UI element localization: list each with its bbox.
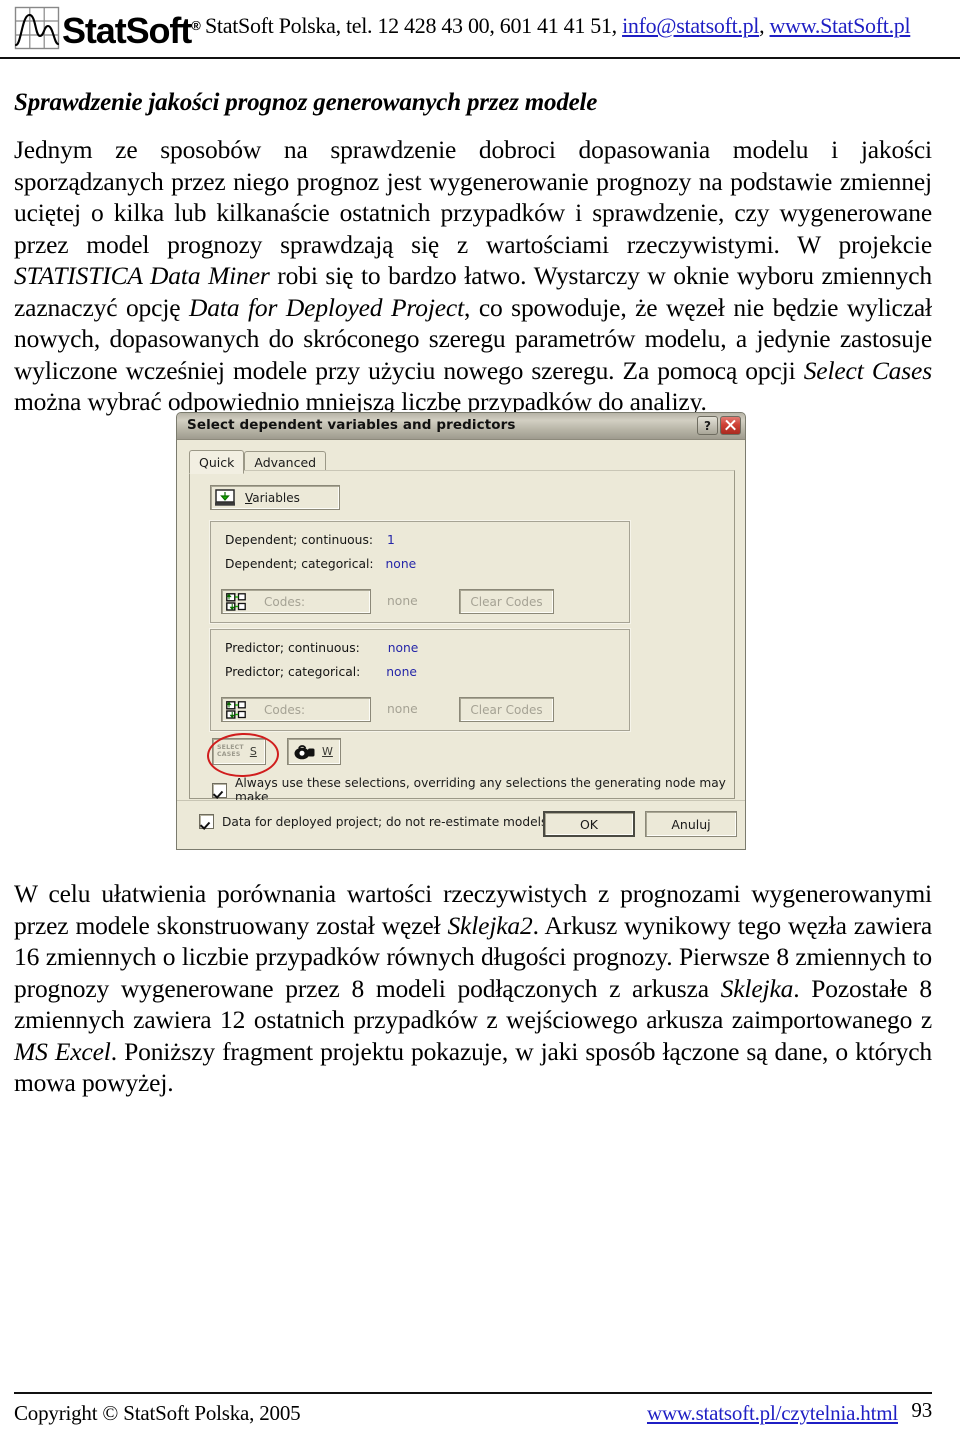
deployed-project-label: Data for deployed project; do not re-est… [222,814,548,829]
statsoft-chart-logo-icon [14,6,60,50]
select-cases-accel: S [249,745,257,758]
paragraph-1: Jednym ze sposobów na sprawdzenie dobroc… [14,134,932,418]
page-footer: Copyright © StatSoft Polska, 2005 www.st… [14,1398,932,1428]
dependent-codes-label: Codes: [264,594,306,609]
deployed-project-row[interactable]: Data for deployed project; do not re-est… [199,814,547,829]
variables-button[interactable]: Variables [210,485,340,510]
header-website-link[interactable]: www.StatSoft.pl [770,13,911,38]
cancel-button[interactable]: Anuluj [645,811,737,837]
dialog-footer: Data for deployed project; do not re-est… [177,800,745,849]
copyright-text: Copyright © StatSoft Polska, 2005 [14,1401,301,1425]
dependent-group: Dependent; continuous: 1 Dependent; cate… [210,521,630,623]
predictor-codes-value: none [387,702,418,716]
dependent-categorical-row: Dependent; categorical: none [225,557,416,571]
paragraph-2: W celu ułatwienia porównania wartości rz… [14,878,932,1099]
predictor-continuous-label: Predictor; continuous: [225,641,360,655]
dependent-codes-button[interactable]: Codes: [221,589,371,614]
dialog-body: Quick Advanced Variables Dependent; cont… [177,440,745,849]
par2-emphasis-sklejka2: Sklejka2 [447,910,533,940]
dialog-screenshot-figure: Select dependent variables and predictor… [176,412,746,850]
tab-page-quick: Variables Dependent; continuous: 1 Depen… [189,470,735,804]
predictor-group: Predictor; continuous: none Predictor; c… [210,629,630,731]
ok-button[interactable]: OK [543,811,635,837]
variables-icon [215,488,235,507]
dependent-categorical-value: none [385,557,417,571]
variables-button-label: Variables [245,490,300,505]
dependent-codes-value: none [387,594,418,608]
predictor-codes-label: Codes: [264,702,306,717]
help-button[interactable]: ? [697,416,718,435]
par1-emphasis-select-cases: Select Cases [803,355,932,385]
weight-accel: W [322,745,333,758]
codes-icon [226,700,246,719]
article-content-lower: W celu ułatwienia porównania wartości rz… [14,878,932,1099]
tab-quick[interactable]: Quick [189,450,245,474]
par1-emphasis-deployed-project: Data for Deployed Project [189,292,465,322]
titlebar-buttons: ? [697,416,741,435]
select-variables-dialog: Select dependent variables and predictor… [176,412,746,850]
close-icon[interactable] [720,416,741,435]
dialog-title: Select dependent variables and predictor… [187,417,516,433]
article-content: Sprawdzenie jakości prognoz generowanych… [14,88,932,418]
par1-text-a: Jednym ze sposobów na sprawdzenie dobroc… [14,135,932,259]
dependent-continuous-value: 1 [386,533,395,547]
predictor-clear-codes-button[interactable]: Clear Codes [459,697,554,722]
dependent-clear-codes-label: Clear Codes [470,594,543,609]
header-divider [0,57,960,59]
dependent-clear-codes-button[interactable]: Clear Codes [459,589,554,614]
par2-text-d: . Poniższy fragment projektu pokazuje, w… [14,1036,932,1098]
dependent-categorical-label: Dependent; categorical: [225,557,374,571]
footer-divider [14,1392,932,1394]
par2-emphasis-sklejka: Sklejka [720,973,794,1003]
header-contact-text: StatSoft Polska, tel. 12 428 43 00, 601 … [205,13,623,38]
predictor-continuous-value: none [387,641,419,655]
select-cases-icon: SELECT CASES [217,744,244,758]
predictor-codes-button[interactable]: Codes: [221,697,371,722]
predictor-categorical-value: none [386,665,417,679]
registered-mark: ® [191,18,201,33]
logo-wordmark: StatSoft® [62,10,201,51]
par2-emphasis-ms-excel: MS Excel [14,1036,111,1066]
footer-website-link[interactable]: www.statsoft.pl/czytelnia.html [647,1401,898,1426]
dependent-continuous-label: Dependent; continuous: [225,533,374,547]
predictor-categorical-row: Predictor; categorical: none [225,665,417,679]
dialog-titlebar[interactable]: Select dependent variables and predictor… [177,413,745,440]
header-contact-separator: , [759,13,770,38]
page-number: 93 [911,1398,932,1422]
select-cases-button[interactable]: SELECT CASES S [212,738,266,765]
deployed-project-checkbox[interactable] [199,814,214,829]
dependent-continuous-row: Dependent; continuous: 1 [225,533,395,547]
predictor-codes-row: Codes: none Clear Codes [221,697,619,722]
predictor-categorical-label: Predictor; categorical: [225,665,361,679]
header-contact-line: StatSoft Polska, tel. 12 428 43 00, 601 … [205,13,911,39]
page-header: StatSoft® StatSoft Polska, tel. 12 428 4… [0,0,960,57]
predictor-clear-codes-label: Clear Codes [470,702,543,717]
dialog-tabstrip: Quick Advanced [189,450,735,474]
predictor-continuous-row: Predictor; continuous: none [225,641,418,655]
weight-button[interactable]: W [287,738,341,765]
page-title: Sprawdzenie jakości prognoz generowanych… [14,89,598,116]
statsoft-logo: StatSoft® [14,4,201,50]
document-page: StatSoft® StatSoft Polska, tel. 12 428 4… [0,0,960,1432]
codes-icon [226,592,246,611]
header-email-link[interactable]: info@statsoft.pl [622,13,759,38]
par1-emphasis-statistica: STATISTICA Data Miner [14,261,270,290]
weight-scale-icon [294,744,316,760]
select-cases-icon-line2: CASES [217,750,241,758]
always-use-selections-checkbox[interactable] [212,782,227,798]
dependent-codes-row: Codes: none Clear Codes [221,589,619,614]
